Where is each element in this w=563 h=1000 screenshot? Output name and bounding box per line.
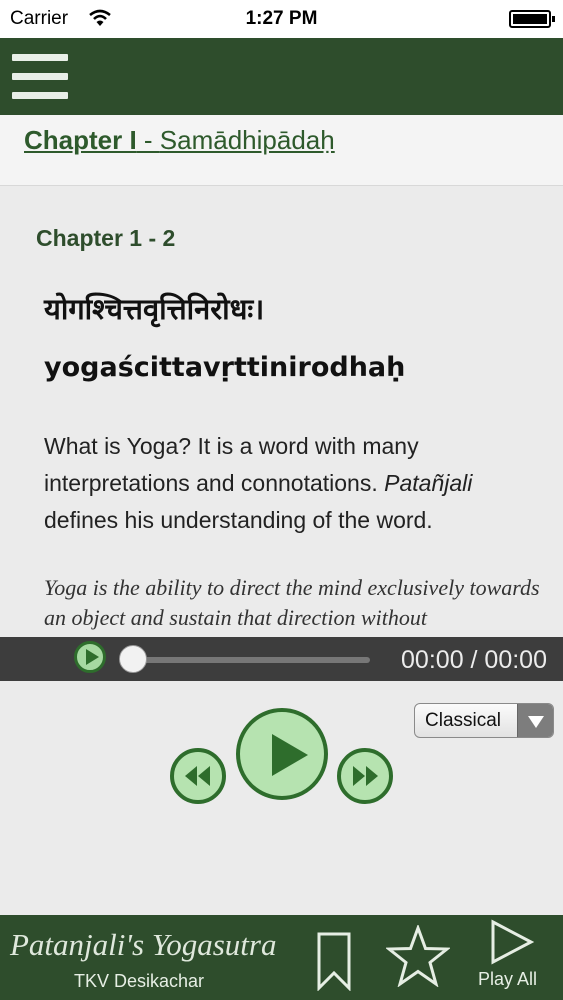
hamburger-menu-icon[interactable]: [12, 54, 68, 100]
chant-style-select[interactable]: Classical: [414, 703, 554, 738]
transliteration-text: yogaścittavṛttinirodhaḥ: [44, 352, 406, 383]
audio-progress-knob[interactable]: [119, 645, 147, 673]
status-bar: Carrier 1:27 PM: [0, 0, 563, 38]
chapter-separator: -: [136, 125, 160, 155]
play-button[interactable]: [236, 708, 328, 800]
play-all-button[interactable]: Play All: [470, 915, 563, 1000]
fast-forward-icon: [353, 766, 378, 786]
chapter-link[interactable]: Chapter I - Samādhipādaḥ: [24, 125, 335, 156]
chevron-down-icon: [517, 704, 553, 737]
chapter-number: Chapter I: [24, 125, 137, 155]
fast-forward-button[interactable]: [337, 748, 393, 804]
verse-content[interactable]: Chapter 1 - 2 योगश्चित्तवृत्तिनिरोधः। yo…: [0, 187, 563, 637]
commentary-part-1: What is Yoga? It is a word with many int…: [44, 433, 419, 496]
audio-time-display: 00:00 / 00:00: [401, 646, 547, 674]
app-title: Patanjali's Yogasutra: [10, 927, 277, 962]
star-icon[interactable]: [386, 925, 450, 987]
chapter-header: Chapter I - Samādhipādaḥ: [0, 115, 563, 186]
mini-play-button[interactable]: [74, 641, 106, 673]
commentary-italic: Patañjali: [384, 470, 473, 496]
rewind-button[interactable]: [170, 748, 226, 804]
menu-line: [12, 92, 68, 99]
battery-icon: [509, 10, 555, 28]
menu-line: [12, 54, 68, 61]
commentary-part-2: defines his understanding of the word.: [44, 507, 433, 533]
status-time: 1:27 PM: [245, 8, 318, 29]
chant-style-value: Classical: [425, 710, 502, 731]
audio-bar: 00:00 / 00:00: [0, 637, 563, 681]
rewind-icon: [185, 766, 210, 786]
bookmark-icon[interactable]: [316, 931, 352, 991]
sanskrit-text: योगश्चित्तवृत्तिनिरोधः।: [44, 292, 265, 326]
audio-progress-track[interactable]: [130, 657, 370, 663]
definition-text: Yoga is the ability to direct the mind e…: [44, 575, 540, 630]
play-all-icon: [491, 919, 534, 965]
commentary-text: What is Yoga? It is a word with many int…: [44, 428, 544, 539]
play-all-label: Play All: [478, 969, 538, 989]
player-controls: Classical: [0, 681, 563, 915]
chapter-name: Samādhipādaḥ: [159, 125, 335, 155]
menu-line: [12, 73, 68, 80]
app-author: TKV Desikachar: [74, 971, 205, 991]
verse-title: Chapter 1 - 2: [36, 225, 176, 251]
top-nav-bar: [0, 38, 563, 115]
bottom-bar: Patanjali's Yogasutra TKV Desikachar Pla…: [0, 915, 563, 1000]
